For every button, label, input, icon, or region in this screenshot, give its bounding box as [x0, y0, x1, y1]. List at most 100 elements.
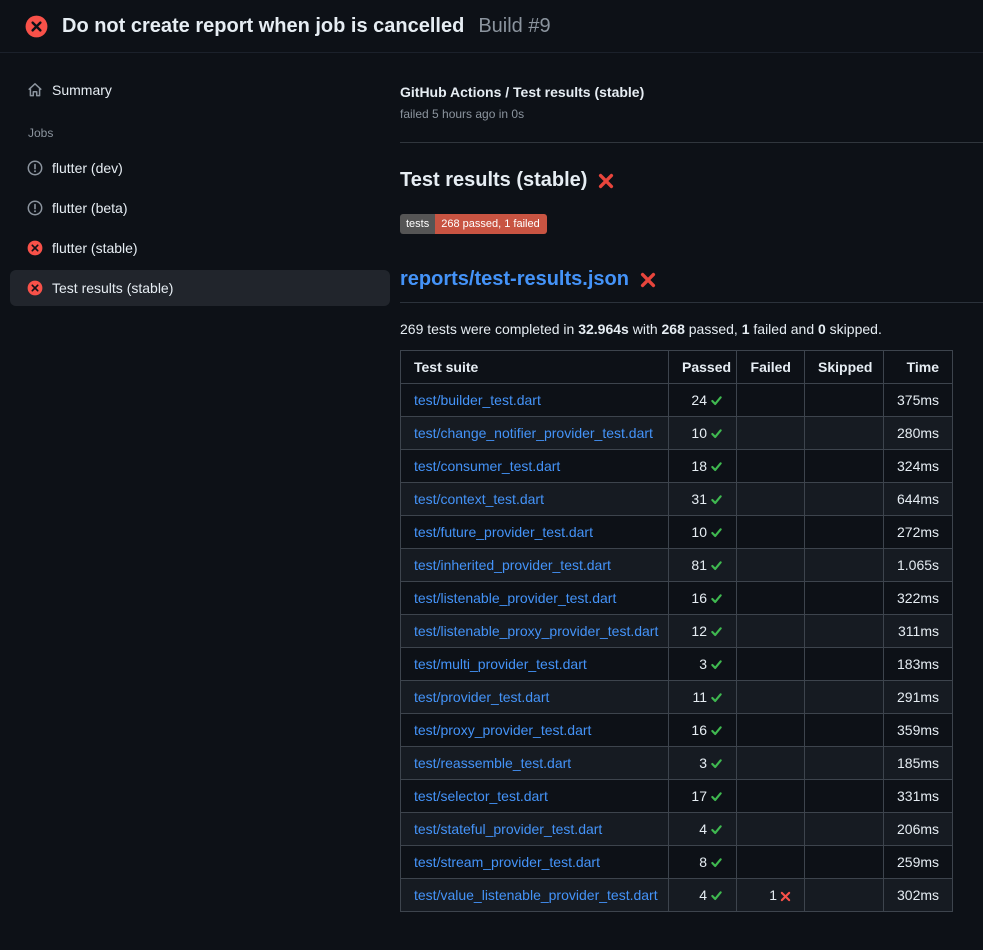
sidebar-job-item[interactable]: flutter (dev) [10, 150, 390, 186]
results-table: Test suite Passed Failed Skipped Time te… [400, 350, 953, 912]
passed-count: 17 [691, 788, 707, 804]
check-icon [710, 460, 723, 473]
failed-cell [737, 582, 805, 615]
summary-passed-count: 268 [662, 321, 685, 337]
suite-link[interactable]: test/stateful_provider_test.dart [414, 821, 602, 837]
badge-label: tests [400, 214, 435, 234]
skipped-cell [805, 780, 884, 813]
suite-link[interactable]: test/consumer_test.dart [414, 458, 560, 474]
skipped-cell [805, 879, 884, 912]
passed-count: 24 [691, 392, 707, 408]
suite-cell: test/proxy_provider_test.dart [401, 714, 669, 747]
failed-status-icon [27, 280, 43, 296]
home-icon [27, 82, 43, 98]
summary-skipped-count: 0 [818, 321, 826, 337]
suite-link[interactable]: test/context_test.dart [414, 491, 544, 507]
time-cell: 291ms [884, 681, 953, 714]
passed-count: 12 [691, 623, 707, 639]
suite-link[interactable]: test/proxy_provider_test.dart [414, 722, 591, 738]
suite-link[interactable]: test/reassemble_test.dart [414, 755, 571, 771]
jobs-list: flutter (dev) flutter (beta) flutter (st… [0, 150, 400, 306]
header-failed: Failed [737, 351, 805, 384]
suite-link[interactable]: test/future_provider_test.dart [414, 524, 593, 540]
section-divider [400, 142, 983, 143]
suite-link[interactable]: test/inherited_provider_test.dart [414, 557, 611, 573]
time-cell: 302ms [884, 879, 953, 912]
section-title-text: Test results (stable) [400, 169, 587, 192]
check-icon [710, 889, 723, 902]
jobs-section-label: Jobs [28, 126, 400, 140]
check-icon [710, 856, 723, 869]
results-table-body: test/builder_test.dart 24 375ms test/cha… [401, 384, 953, 912]
suite-cell: test/builder_test.dart [401, 384, 669, 417]
suite-link[interactable]: test/multi_provider_test.dart [414, 656, 587, 672]
failed-count: 1 [769, 887, 777, 903]
suite-cell: test/listenable_proxy_provider_test.dart [401, 615, 669, 648]
passed-cell: 16 [669, 714, 737, 747]
breadcrumb: GitHub Actions / Test results (stable) [400, 84, 983, 100]
suite-cell: test/selector_test.dart [401, 780, 669, 813]
skipped-cell [805, 582, 884, 615]
summary-label: Summary [52, 82, 112, 98]
skipped-cell [805, 681, 884, 714]
passed-count: 18 [691, 458, 707, 474]
failed-x-icon [597, 172, 615, 190]
suite-link[interactable]: test/builder_test.dart [414, 392, 541, 408]
passed-count: 16 [691, 590, 707, 606]
passed-cell: 8 [669, 846, 737, 879]
check-icon [710, 394, 723, 407]
table-row: test/listenable_provider_test.dart 16 32… [401, 582, 953, 615]
table-row: test/provider_test.dart 11 291ms [401, 681, 953, 714]
suite-cell: test/stream_provider_test.dart [401, 846, 669, 879]
passed-count: 31 [691, 491, 707, 507]
summary-part: failed and [750, 321, 819, 337]
suite-link[interactable]: test/change_notifier_provider_test.dart [414, 425, 653, 441]
table-row: test/future_provider_test.dart 10 272ms [401, 516, 953, 549]
sidebar-job-item[interactable]: flutter (beta) [10, 190, 390, 226]
failed-cell [737, 780, 805, 813]
suite-link[interactable]: test/stream_provider_test.dart [414, 854, 600, 870]
table-header-row: Test suite Passed Failed Skipped Time [401, 351, 953, 384]
table-row: test/stream_provider_test.dart 8 259ms [401, 846, 953, 879]
table-row: test/inherited_provider_test.dart 81 1.0… [401, 549, 953, 582]
page-layout: Summary Jobs flutter (dev) flutter (beta… [0, 53, 983, 912]
sidebar: Summary Jobs flutter (dev) flutter (beta… [0, 53, 400, 310]
sidebar-job-item[interactable]: Test results (stable) [10, 270, 390, 306]
failed-status-icon [27, 240, 43, 256]
suite-link[interactable]: test/listenable_provider_test.dart [414, 590, 616, 606]
failed-cell [737, 549, 805, 582]
skipped-cell [805, 450, 884, 483]
sidebar-item-summary[interactable]: Summary [10, 72, 390, 108]
time-cell: 324ms [884, 450, 953, 483]
check-icon [710, 658, 723, 671]
report-link[interactable]: reports/test-results.json [400, 268, 629, 291]
passed-cell: 12 [669, 615, 737, 648]
summary-failed-count: 1 [742, 321, 750, 337]
time-cell: 259ms [884, 846, 953, 879]
suite-link[interactable]: test/provider_test.dart [414, 689, 549, 705]
suite-link[interactable]: test/listenable_proxy_provider_test.dart [414, 623, 658, 639]
failed-cell [737, 615, 805, 648]
badge-value: 268 passed, 1 failed [435, 214, 546, 234]
table-row: test/context_test.dart 31 644ms [401, 483, 953, 516]
suite-link[interactable]: test/selector_test.dart [414, 788, 548, 804]
failed-x-icon [639, 271, 657, 289]
suite-cell: test/multi_provider_test.dart [401, 648, 669, 681]
summary-duration: 32.964s [578, 321, 629, 337]
passed-cell: 3 [669, 648, 737, 681]
suite-cell: test/inherited_provider_test.dart [401, 549, 669, 582]
suite-link[interactable]: test/value_listenable_provider_test.dart [414, 887, 658, 903]
skipped-cell [805, 615, 884, 648]
passed-count: 4 [699, 821, 707, 837]
skipped-cell [805, 384, 884, 417]
passed-cell: 11 [669, 681, 737, 714]
time-cell: 185ms [884, 747, 953, 780]
build-header: Do not create report when job is cancell… [0, 0, 983, 53]
passed-cell: 16 [669, 582, 737, 615]
failed-cell [737, 813, 805, 846]
passed-count: 4 [699, 887, 707, 903]
sidebar-job-item[interactable]: flutter (stable) [10, 230, 390, 266]
neutral-status-icon [27, 160, 43, 176]
passed-cell: 10 [669, 417, 737, 450]
header-time: Time [884, 351, 953, 384]
